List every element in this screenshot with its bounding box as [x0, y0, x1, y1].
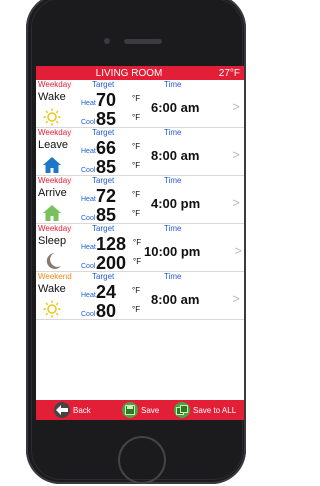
app-screen: LIVING ROOM 27°F Weekday Target Time Wak… [36, 66, 244, 420]
cool-unit: °F [133, 257, 142, 266]
back-label: Back [73, 405, 91, 415]
heat-label: Heat [81, 292, 96, 299]
cool-unit: °F [132, 113, 141, 122]
heat-setpoint[interactable]: 24 [96, 282, 116, 303]
target-label: Target [92, 224, 115, 233]
earpiece-speaker [124, 39, 162, 44]
time-label: Time [164, 128, 182, 137]
home-button[interactable] [118, 436, 166, 484]
schedule-entry[interactable]: Weekday Target Time Sleep Heat 128 °F Co… [36, 224, 244, 274]
cool-label: Cool [81, 263, 96, 270]
heat-label: Heat [81, 196, 96, 203]
time-label: Time [164, 176, 182, 185]
cool-setpoint[interactable]: 80 [96, 301, 116, 322]
back-arrow-icon [54, 402, 70, 418]
period-label: Weekend [38, 272, 72, 281]
cool-setpoint[interactable]: 85 [96, 109, 116, 130]
cool-unit: °F [132, 305, 141, 314]
cool-label: Cool [81, 167, 96, 174]
target-label: Target [92, 128, 115, 137]
event-time[interactable]: 6:00 am [151, 100, 199, 115]
chevron-right-icon[interactable]: > [234, 243, 242, 258]
cool-unit: °F [132, 209, 141, 218]
cool-setpoint[interactable]: 85 [96, 205, 116, 226]
schedule-entry[interactable]: Weekday Target Time Leave Heat 66 °F Coo… [36, 128, 244, 178]
target-label: Target [92, 80, 115, 89]
heat-label: Heat [81, 100, 96, 107]
front-camera [104, 38, 110, 44]
time-label: Time [164, 224, 182, 233]
sun-icon [43, 108, 61, 126]
event-name: Wake [38, 91, 66, 103]
heat-label: Heat [81, 148, 96, 155]
heat-unit: °F [132, 142, 141, 151]
heat-setpoint[interactable]: 72 [96, 186, 116, 207]
heat-label: Heat [81, 244, 96, 251]
back-button[interactable]: Back [54, 402, 91, 418]
cool-setpoint[interactable]: 200 [96, 253, 126, 274]
bottom-toolbar: Back Save Save to ALL [36, 400, 244, 420]
chevron-right-icon[interactable]: > [232, 99, 240, 114]
schedule-entry[interactable]: Weekend Target Time Wake Heat 24 °F Cool… [36, 272, 244, 322]
event-name: Wake [38, 283, 66, 295]
schedule-entry[interactable]: Weekday Target Time Arrive Heat 72 °F Co… [36, 176, 244, 226]
heat-setpoint[interactable]: 70 [96, 90, 116, 111]
chevron-right-icon[interactable]: > [232, 195, 240, 210]
cool-label: Cool [81, 119, 96, 126]
event-name: Sleep [38, 235, 67, 247]
event-time[interactable]: 8:00 am [151, 148, 199, 163]
chevron-right-icon[interactable]: > [232, 147, 240, 162]
sun-icon [43, 300, 61, 318]
schedule-entry[interactable]: Weekday Target Time Wake Heat 70 °F Cool… [36, 80, 244, 130]
save-to-all-label: Save to ALL [193, 405, 237, 415]
save-all-icon [174, 402, 190, 418]
event-time[interactable]: 8:00 am [151, 292, 199, 307]
heat-unit: °F [132, 94, 141, 103]
cool-setpoint[interactable]: 85 [96, 157, 116, 178]
time-label: Time [164, 272, 182, 281]
cool-unit: °F [132, 161, 141, 170]
heat-unit: °F [133, 238, 142, 247]
heat-setpoint[interactable]: 128 [96, 234, 126, 255]
period-label: Weekday [38, 128, 72, 137]
chevron-right-icon[interactable]: > [232, 291, 240, 306]
heat-unit: °F [132, 190, 141, 199]
heat-setpoint[interactable]: 66 [96, 138, 116, 159]
period-label: Weekday [38, 224, 72, 233]
event-name: Leave [38, 139, 68, 151]
cool-label: Cool [81, 311, 96, 318]
event-time[interactable]: 4:00 pm [151, 196, 200, 211]
target-label: Target [92, 272, 115, 281]
save-to-all-button[interactable]: Save to ALL [174, 402, 236, 418]
room-header: LIVING ROOM 27°F [36, 66, 244, 80]
target-label: Target [92, 176, 115, 185]
save-label: Save [141, 405, 160, 415]
time-label: Time [164, 80, 182, 89]
room-title: LIVING ROOM [95, 67, 163, 79]
current-temperature: 27°F [218, 67, 240, 79]
period-label: Weekday [38, 80, 72, 89]
save-icon [122, 402, 138, 418]
heat-unit: °F [132, 286, 141, 295]
event-time[interactable]: 10:00 pm [144, 244, 200, 259]
period-label: Weekday [38, 176, 72, 185]
event-name: Arrive [38, 187, 67, 199]
save-button[interactable]: Save [122, 402, 159, 418]
cool-label: Cool [81, 215, 96, 222]
home-arrive-icon [43, 205, 61, 221]
home-icon [43, 157, 61, 173]
moon-icon [46, 253, 61, 269]
